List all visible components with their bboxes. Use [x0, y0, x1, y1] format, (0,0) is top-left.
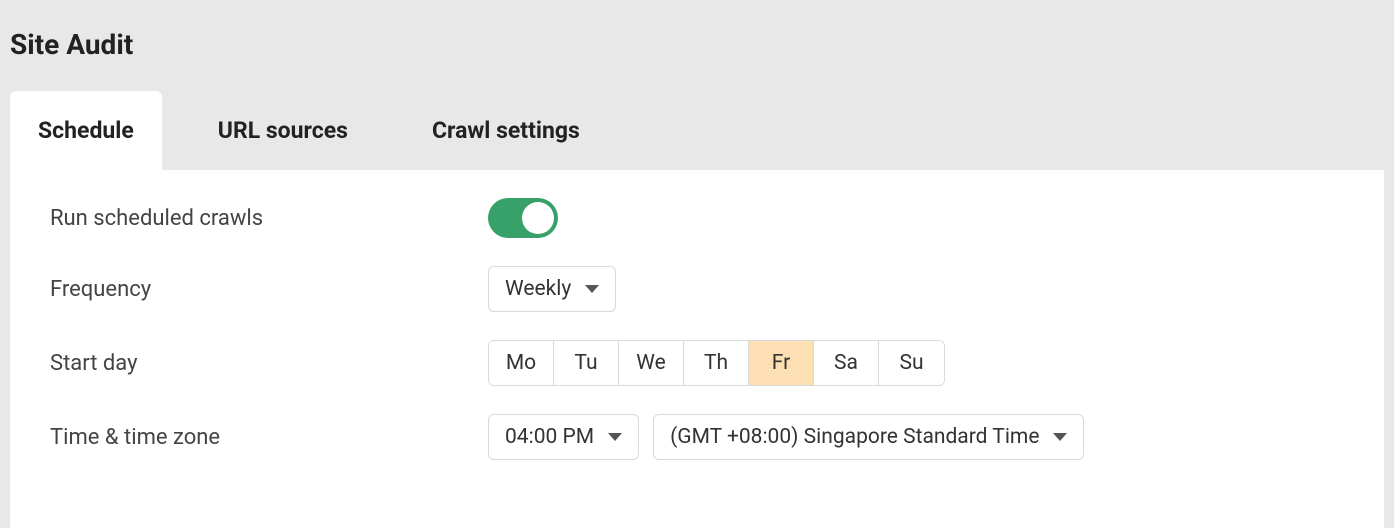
chevron-down-icon: [1053, 433, 1067, 441]
schedule-panel: Run scheduled crawls Frequency Weekly St…: [10, 170, 1384, 528]
time-zone-label: Time & time zone: [20, 425, 488, 450]
tab-crawl-settings[interactable]: Crawl settings: [404, 91, 608, 170]
tabs: Schedule URL sources Crawl settings: [0, 91, 1394, 170]
day-th[interactable]: Th: [684, 341, 749, 385]
tab-schedule[interactable]: Schedule: [10, 91, 162, 170]
row-frequency: Frequency Weekly: [20, 266, 1374, 312]
toggle-knob: [522, 202, 554, 234]
chevron-down-icon: [608, 433, 622, 441]
day-tu[interactable]: Tu: [554, 341, 619, 385]
day-we[interactable]: We: [619, 341, 684, 385]
timezone-value: (GMT +08:00) Singapore Standard Time: [670, 425, 1039, 449]
page-title: Site Audit: [0, 0, 1394, 91]
run-scheduled-crawls-toggle[interactable]: [488, 198, 558, 238]
time-value: 04:00 PM: [505, 425, 594, 449]
frequency-label: Frequency: [20, 277, 488, 302]
start-day-label: Start day: [20, 351, 488, 376]
run-scheduled-crawls-label: Run scheduled crawls: [20, 206, 488, 231]
timezone-select[interactable]: (GMT +08:00) Singapore Standard Time: [653, 414, 1084, 460]
row-start-day: Start day Mo Tu We Th Fr Sa Su: [20, 340, 1374, 386]
tab-url-sources[interactable]: URL sources: [190, 91, 376, 170]
day-su[interactable]: Su: [879, 341, 944, 385]
day-fr[interactable]: Fr: [749, 341, 814, 385]
row-run-scheduled-crawls: Run scheduled crawls: [20, 198, 1374, 238]
row-time-zone: Time & time zone 04:00 PM (GMT +08:00) S…: [20, 414, 1374, 460]
chevron-down-icon: [585, 285, 599, 293]
frequency-select[interactable]: Weekly: [488, 266, 616, 312]
time-select[interactable]: 04:00 PM: [488, 414, 639, 460]
day-mo[interactable]: Mo: [489, 341, 554, 385]
frequency-value: Weekly: [505, 277, 571, 301]
day-sa[interactable]: Sa: [814, 341, 879, 385]
start-day-group: Mo Tu We Th Fr Sa Su: [488, 340, 945, 386]
